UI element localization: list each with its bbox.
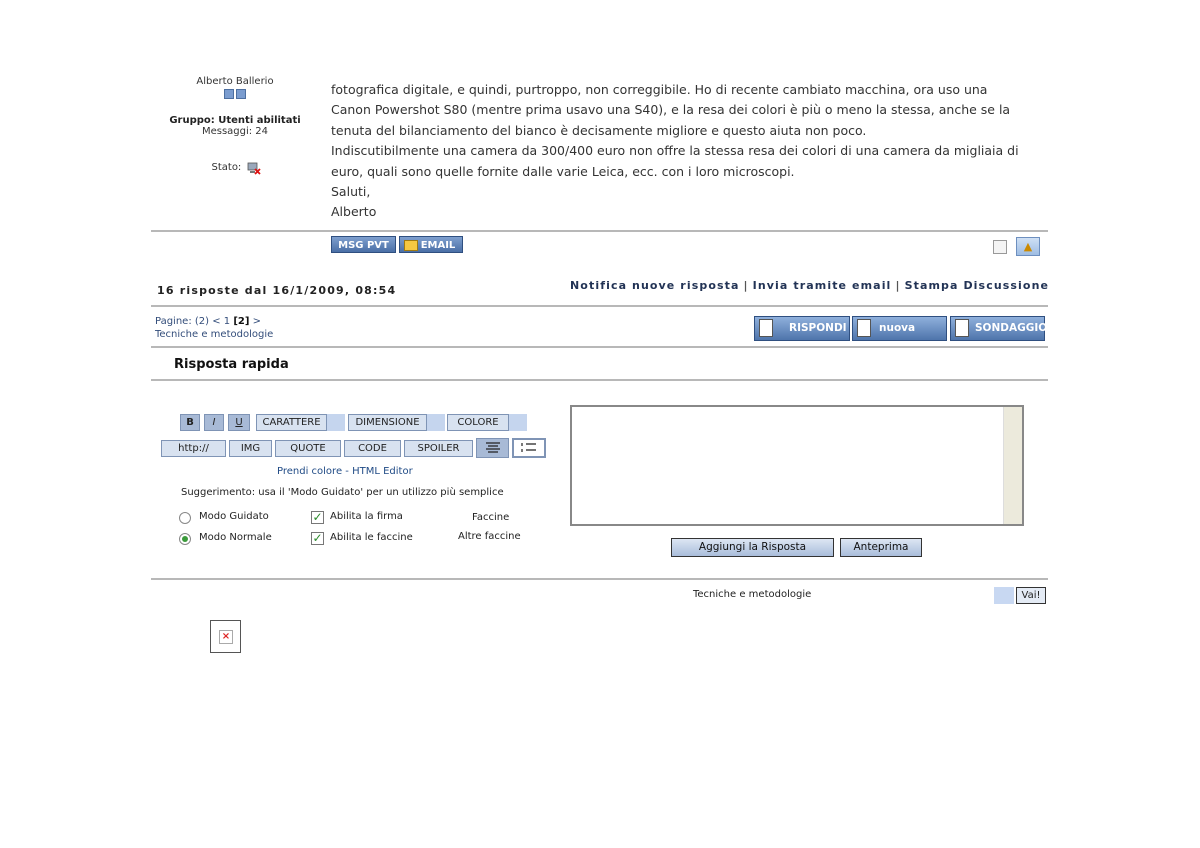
italic-button[interactable]: I bbox=[204, 414, 224, 431]
go-button[interactable]: Vai! bbox=[1016, 587, 1046, 604]
bold-button[interactable]: B bbox=[180, 414, 200, 431]
thread-actions: Notifica nuove risposta | Invia tramite em… bbox=[570, 279, 1050, 292]
color-select-arrow[interactable] bbox=[509, 414, 527, 431]
html-editor-link[interactable]: HTML Editor bbox=[352, 466, 413, 477]
rank-square-icon bbox=[236, 89, 246, 99]
post-line: Indiscutibilmente una camera da 300/400 … bbox=[331, 143, 1019, 159]
broken-image-icon: × bbox=[210, 620, 241, 653]
author-status: Stato: bbox=[150, 161, 320, 175]
author-group: Gruppo: Utenti abilitati bbox=[169, 115, 301, 126]
next-page-link[interactable]: > bbox=[249, 316, 261, 327]
author-name[interactable]: Alberto Ballerio bbox=[150, 76, 320, 87]
pagination-prefix[interactable]: Pagine: (2) < 1 bbox=[155, 316, 233, 327]
post-line: euro, quali sono quelle fornite dalle va… bbox=[331, 163, 795, 179]
reply-textarea[interactable] bbox=[570, 405, 1024, 526]
divider bbox=[151, 379, 1048, 381]
link-separator: - bbox=[342, 466, 353, 477]
author-panel: Alberto Ballerio Gruppo: Utenti abilitat… bbox=[150, 76, 320, 175]
size-select-arrow[interactable] bbox=[427, 414, 445, 431]
email-button-label: EMAIL bbox=[420, 240, 456, 251]
post-line: Canon Powershot S80 (mentre prima usavo … bbox=[331, 102, 1011, 118]
preview-button[interactable]: Anteprima bbox=[840, 538, 922, 557]
editor-hint: Suggerimento: usa il 'Modo Guidato' per … bbox=[181, 487, 504, 498]
img-button[interactable]: IMG bbox=[229, 440, 272, 457]
post-body: fotografica digitale, e quindi, purtropp… bbox=[331, 80, 1051, 223]
print-link[interactable]: Stampa Discussione bbox=[905, 279, 1050, 292]
underline-button[interactable]: U bbox=[228, 414, 250, 431]
forum-jump-arrow[interactable] bbox=[994, 587, 1014, 604]
author-message-count: Messaggi: 24 bbox=[201, 126, 269, 137]
new-discussion-label: nuova DISC. bbox=[879, 322, 916, 357]
code-button[interactable]: CODE bbox=[344, 440, 401, 457]
post-line: tenuta del bilanciamento del bianco è de… bbox=[331, 122, 867, 138]
normal-mode-label: Modo Normale bbox=[199, 532, 272, 543]
forum-breadcrumb[interactable]: Tecniche e metodologie bbox=[155, 329, 273, 340]
divider bbox=[151, 230, 1048, 232]
font-select-arrow[interactable] bbox=[327, 414, 345, 431]
poll-doc-icon bbox=[955, 319, 969, 337]
submit-reply-button[interactable]: Aggiungi la Risposta bbox=[671, 538, 834, 557]
smilies-checkbox[interactable]: ✓ bbox=[311, 532, 324, 545]
signature-label: Abilita la firma bbox=[330, 511, 403, 522]
broken-image-x-icon: × bbox=[219, 630, 233, 644]
guided-mode-label: Modo Guidato bbox=[199, 511, 269, 522]
guided-mode-radio[interactable] bbox=[179, 512, 191, 524]
rank-square-icon bbox=[224, 89, 234, 99]
size-select[interactable]: DIMENSIONE bbox=[348, 414, 427, 431]
pick-color-link[interactable]: Prendi colore bbox=[277, 466, 342, 477]
divider bbox=[151, 346, 1048, 348]
editor-links: Prendi colore - HTML Editor bbox=[277, 466, 413, 477]
smilies-link[interactable]: Faccine bbox=[472, 512, 509, 523]
current-page: [2] bbox=[233, 316, 250, 327]
new-discussion-button[interactable]: nuova DISC. bbox=[852, 316, 947, 357]
email-button[interactable]: EMAIL bbox=[399, 236, 463, 253]
send-email-link[interactable]: Invia tramite email bbox=[753, 279, 892, 292]
reply-doc-icon bbox=[759, 319, 773, 337]
divider bbox=[151, 578, 1048, 580]
scroll-to-top-icon[interactable]: ▲ bbox=[1016, 237, 1040, 256]
reply-button[interactable]: RISPONDI bbox=[754, 316, 850, 341]
envelope-icon bbox=[404, 240, 418, 251]
rank-icons bbox=[150, 89, 320, 99]
forum-jump-select[interactable]: Tecniche e metodologie bbox=[693, 589, 811, 600]
reply-button-label: RISPONDI bbox=[789, 322, 847, 334]
poll-button[interactable]: SONDAGGIO bbox=[950, 316, 1048, 341]
select-post-checkbox[interactable] bbox=[993, 240, 1007, 254]
textarea-scrollbar[interactable] bbox=[1003, 407, 1022, 524]
post-line: fotografica digitale, e quindi, purtropp… bbox=[331, 82, 988, 97]
offline-status-icon bbox=[247, 161, 261, 175]
post-line: Alberto bbox=[331, 204, 377, 220]
pagination: Pagine: (2) < 1 [2] > Tecniche e metodol… bbox=[155, 315, 273, 341]
new-doc-icon bbox=[857, 319, 871, 337]
smilies-label: Abilita le faccine bbox=[330, 532, 413, 543]
msg-pvt-button[interactable]: MSG PVT bbox=[331, 236, 396, 253]
quick-reply-title: Risposta rapida bbox=[174, 357, 289, 372]
normal-mode-radio[interactable] bbox=[179, 533, 191, 545]
divider bbox=[151, 305, 1048, 307]
spoiler-button[interactable]: SPOILER bbox=[404, 440, 473, 457]
font-select[interactable]: CARATTERE bbox=[256, 414, 327, 431]
replies-info: 16 risposte dal 16/1/2009, 08:54 bbox=[157, 284, 397, 297]
signature-checkbox[interactable]: ✓ bbox=[311, 511, 324, 524]
list-icon[interactable] bbox=[512, 438, 546, 458]
poll-button-label: SONDAGGIO bbox=[975, 322, 1048, 334]
color-select[interactable]: COLORE bbox=[447, 414, 509, 431]
quote-button[interactable]: QUOTE bbox=[275, 440, 341, 457]
center-align-icon[interactable] bbox=[476, 438, 509, 458]
status-label: Stato: bbox=[211, 162, 242, 173]
url-button[interactable]: http:// bbox=[161, 440, 226, 457]
post-line: Saluti, bbox=[331, 184, 371, 200]
more-smilies-link[interactable]: Altre faccine bbox=[458, 531, 521, 542]
notify-link[interactable]: Notifica nuove risposta bbox=[570, 279, 740, 292]
